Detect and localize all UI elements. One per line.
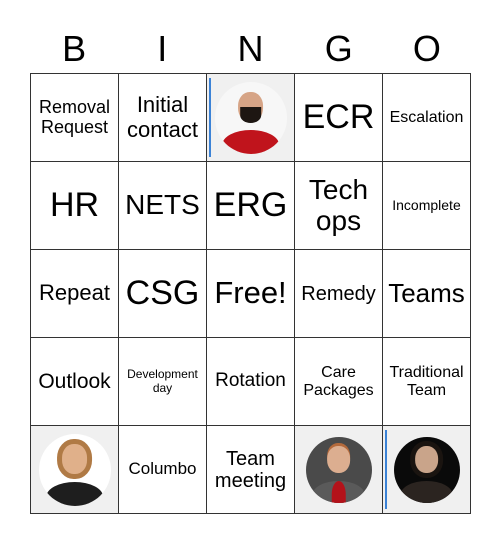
avatar-man-red-shirt [305, 436, 372, 503]
bingo-cell[interactable]: CSG [119, 250, 207, 338]
bingo-cell-photo[interactable] [295, 426, 383, 514]
cell-label: Repeat [39, 280, 110, 306]
bingo-cell[interactable]: Incomplete [383, 162, 471, 250]
cell-label: Teams [388, 278, 465, 309]
cell-label: Team meeting [214, 447, 287, 492]
bingo-cell[interactable]: HR [31, 162, 119, 250]
avatar-man-beard [214, 81, 287, 154]
cell-label: Development day [127, 367, 198, 395]
bingo-header: B I N G O [30, 26, 471, 72]
bingo-cell[interactable]: NETS [119, 162, 207, 250]
bingo-cell[interactable]: ECR [295, 74, 383, 162]
bingo-cell-photo[interactable] [383, 426, 471, 514]
cell-label: Removal Request [38, 96, 111, 137]
cell-label: Traditional Team [389, 363, 464, 399]
bingo-cell[interactable]: Initial contact [119, 74, 207, 162]
cell-label: Escalation [389, 108, 464, 126]
cell-label: Columbo [128, 459, 197, 479]
bingo-board: Removal Request Initial contact ECR Esca… [30, 73, 471, 514]
cell-label: Rotation [215, 370, 286, 392]
bingo-cell[interactable]: Rotation [207, 338, 295, 426]
cell-label: Care Packages [303, 363, 374, 399]
cell-label: ECR [302, 97, 375, 136]
selection-accent [385, 430, 387, 509]
bingo-cell-photo[interactable] [31, 426, 119, 514]
cell-label: Incomplete [392, 196, 461, 213]
avatar-woman-curly-hair [393, 436, 460, 503]
bingo-cell[interactable]: Columbo [119, 426, 207, 514]
header-letter-o: O [412, 28, 441, 69]
bingo-cell[interactable]: Traditional Team [383, 338, 471, 426]
bingo-cell[interactable]: Repeat [31, 250, 119, 338]
bingo-cell[interactable]: Care Packages [295, 338, 383, 426]
bingo-cell[interactable]: Escalation [383, 74, 471, 162]
cell-label: HR [49, 185, 100, 224]
bingo-cell[interactable]: Development day [119, 338, 207, 426]
header-letter-b: B [62, 28, 87, 69]
bingo-cell[interactable]: Team meeting [207, 426, 295, 514]
cell-label: Remedy [301, 282, 376, 305]
bingo-cell[interactable]: Removal Request [31, 74, 119, 162]
cell-label: CSG [125, 273, 200, 312]
cell-label: ERG [213, 185, 288, 224]
avatar-woman-blonde [38, 433, 111, 506]
bingo-cell[interactable]: Outlook [31, 338, 119, 426]
bingo-cell[interactable]: Tech ops [295, 162, 383, 250]
selection-accent [209, 78, 211, 157]
cell-label: Tech ops [308, 173, 369, 236]
cell-label: Initial contact [127, 92, 198, 142]
bingo-cell[interactable]: Remedy [295, 250, 383, 338]
bingo-cell[interactable]: Teams [383, 250, 471, 338]
bingo-cell[interactable]: ERG [207, 162, 295, 250]
header-letter-n: N [237, 28, 264, 69]
cell-label: Free! [214, 275, 287, 311]
header-letter-i: I [157, 28, 168, 69]
bingo-cell-free[interactable]: Free! [207, 250, 295, 338]
cell-label: Outlook [38, 369, 111, 393]
bingo-cell-photo[interactable] [207, 74, 295, 162]
cell-label: NETS [125, 189, 200, 221]
header-letter-g: G [324, 28, 353, 69]
